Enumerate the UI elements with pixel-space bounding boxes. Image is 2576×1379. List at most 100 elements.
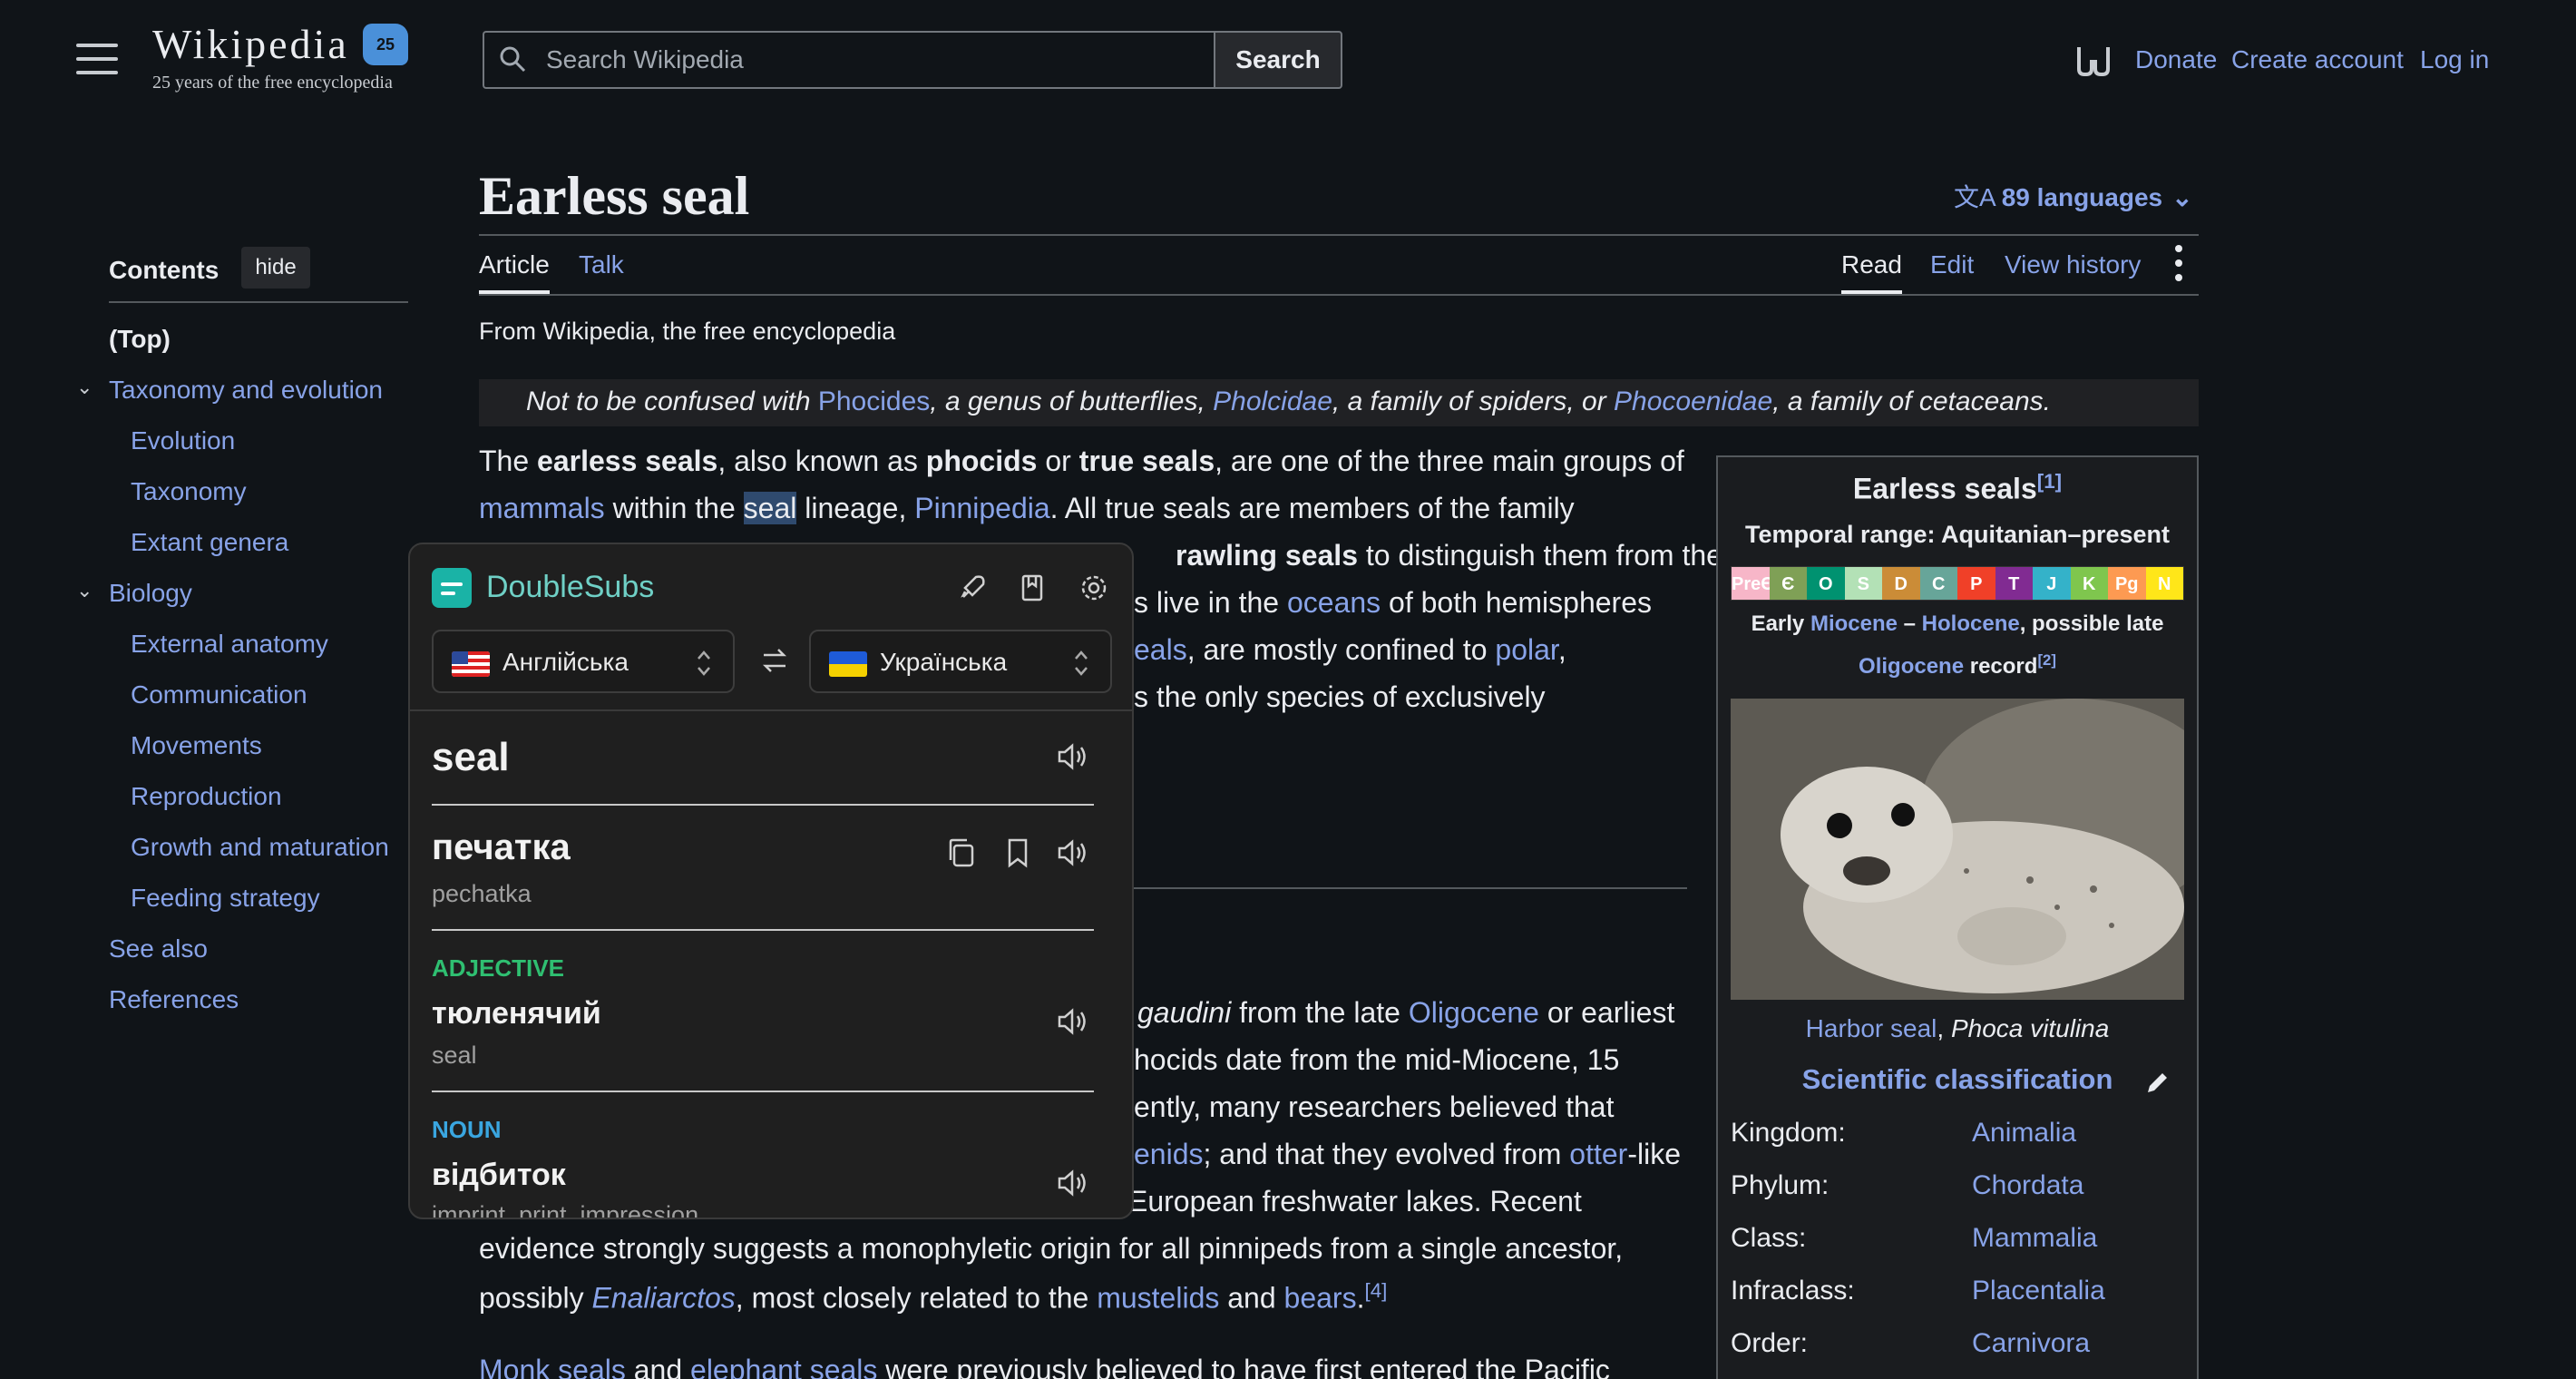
reference-link[interactable]: [2] [2037,651,2056,669]
speaker-icon[interactable] [1054,738,1090,775]
bookmark-icon[interactable] [1000,835,1036,871]
saved-words-icon[interactable] [1016,572,1049,604]
reference-link[interactable]: [4] [1364,1279,1387,1302]
chevron-down-icon[interactable]: ⌄ [76,376,93,399]
link-bears[interactable]: bears [1284,1282,1357,1315]
text: record [1964,654,2038,679]
toc-item-external-anatomy[interactable]: External anatomy [131,630,328,659]
swap-languages-icon[interactable] [758,644,791,677]
link-holocene[interactable]: Holocene [1922,611,2020,636]
toc-item-taxonomy-evolution[interactable]: Taxonomy and evolution [109,376,383,405]
link-pinnipedia[interactable]: Pinnipedia [914,492,1049,524]
text: or earliest [1538,996,1675,1029]
taxonomy-value[interactable]: Placentalia [1972,1276,2105,1306]
toc-item-communication[interactable]: Communication [131,680,307,709]
timeline-period[interactable]: PreЄ [1732,567,1770,600]
main-menu-button[interactable] [76,44,118,76]
toc-item-reproduction[interactable]: Reproduction [131,782,282,811]
reading-glasses-icon[interactable] [2073,42,2113,78]
rocket-icon[interactable] [956,572,989,604]
taxonomy-value[interactable]: Animalia [1972,1118,2076,1149]
timeline-period[interactable]: D [1882,567,1920,600]
link-oligocene[interactable]: Oligocene [1409,996,1539,1029]
toc-item-references[interactable]: References [109,985,239,1014]
gear-icon[interactable] [1078,572,1110,604]
log-in-link[interactable]: Log in [2420,45,2489,74]
timeline-period[interactable]: O [1807,567,1845,600]
taxonomy-value[interactable]: Chordata [1972,1170,2083,1201]
hatnote-link-phocides[interactable]: Phocides [818,386,930,416]
toc-item-evolution[interactable]: Evolution [131,426,235,455]
timeline-period[interactable]: Pg [2108,567,2146,600]
chevron-down-icon[interactable]: ⌄ [76,579,93,602]
more-options-icon[interactable] [2175,245,2186,289]
toc-hide-button[interactable]: hide [241,247,310,289]
toc-item-movements[interactable]: Movements [131,731,262,760]
toc-item-extant-genera[interactable]: Extant genera [131,528,288,557]
tagline: 25 years of the free encyclopedia [152,73,393,93]
timeline-period[interactable]: P [1957,567,1995,600]
link-polar[interactable]: polar [1495,633,1557,666]
text: possibly [479,1281,592,1315]
timeline-period[interactable]: Є [1769,567,1807,600]
tab-article[interactable]: Article [479,250,550,294]
timeline-period[interactable]: K [2070,567,2108,600]
scientific-classification-heading[interactable]: Scientific classification [1716,1063,2199,1096]
text: . All true seals are members of the fami… [1049,492,1575,524]
timeline-period[interactable]: N [2145,567,2183,600]
timeline-period[interactable]: J [2033,567,2071,600]
harbor-seal-photo[interactable] [1731,699,2184,1000]
speaker-icon[interactable] [1054,1003,1090,1040]
link-otter[interactable]: otter [1569,1138,1627,1170]
tab-view-history[interactable]: View history [2005,250,2141,279]
reference-link[interactable]: [1] [2037,470,2062,493]
search-button[interactable]: Search [1214,31,1342,89]
hatnote-link-pholcidae[interactable]: Pholcidae [1213,386,1332,416]
link-otariids[interactable]: enids [1134,1138,1204,1170]
wikipedia-wordmark[interactable]: Wikipedia [152,20,349,68]
edit-pencil-icon[interactable] [2144,1069,2171,1096]
source-language-select[interactable]: Англійська [432,630,735,693]
toc-item-growth-maturation[interactable]: Growth and maturation [131,833,389,862]
timeline-period[interactable]: S [1844,567,1882,600]
text: ; and that they evolved from [1203,1138,1570,1170]
tab-read[interactable]: Read [1841,250,1902,294]
link-monk-seals[interactable]: Monk seals [479,1354,626,1379]
timeline-period[interactable]: T [1995,567,2033,600]
hatnote-link-phocoenidae[interactable]: Phocoenidae [1614,386,1772,416]
link-elephant-seals[interactable]: elephant seals [690,1354,877,1379]
create-account-link[interactable]: Create account [2231,45,2404,74]
link-mammals[interactable]: mammals [479,492,605,524]
donate-link[interactable]: Donate [2135,45,2217,74]
link-oligocene[interactable]: Oligocene [1859,654,1964,679]
text-bold: phocids [925,445,1038,477]
toc-item-feeding-strategy[interactable]: Feeding strategy [131,884,320,913]
paragraph-line: European freshwater lakes. Recent [1128,1185,1582,1218]
link-mustelids[interactable]: mustelids [1097,1282,1219,1315]
link-seals[interactable]: eals [1134,633,1187,666]
tab-talk[interactable]: Talk [579,250,624,279]
timeline-period[interactable]: C [1919,567,1957,600]
link-harbor-seal[interactable]: Harbor seal [1806,1014,1937,1042]
speaker-icon[interactable] [1054,1165,1090,1201]
link-enaliarctos[interactable]: Enaliarctos [592,1282,736,1315]
target-language-select[interactable]: Українська [809,630,1112,693]
copy-icon[interactable] [943,835,980,871]
geologic-timeline[interactable]: PreЄ Є O S D C P T J K Pg N [1731,566,2184,601]
toc-item-taxonomy[interactable]: Taxonomy [131,477,247,506]
language-count: 89 languages [2001,183,2163,211]
speaker-icon[interactable] [1054,835,1090,871]
language-button[interactable]: 文A 89 languages ⌄ [1954,178,2193,214]
selected-word[interactable]: seal [743,492,797,524]
taxonomy-value[interactable]: Carnivora [1972,1328,2090,1359]
taxonomy-value[interactable]: Mammalia [1972,1223,2097,1254]
tab-edit[interactable]: Edit [1930,250,1974,279]
toc-item-see-also[interactable]: See also [109,934,208,963]
text: s the only species of exclusively [1134,680,1546,713]
link-oceans[interactable]: oceans [1287,586,1381,619]
toc-item-top[interactable]: (Top) [109,325,171,354]
ukraine-flag-icon [829,651,867,677]
link-miocene[interactable]: Miocene [1810,611,1898,636]
popup-divider [432,804,1094,806]
toc-item-biology[interactable]: Biology [109,579,192,608]
